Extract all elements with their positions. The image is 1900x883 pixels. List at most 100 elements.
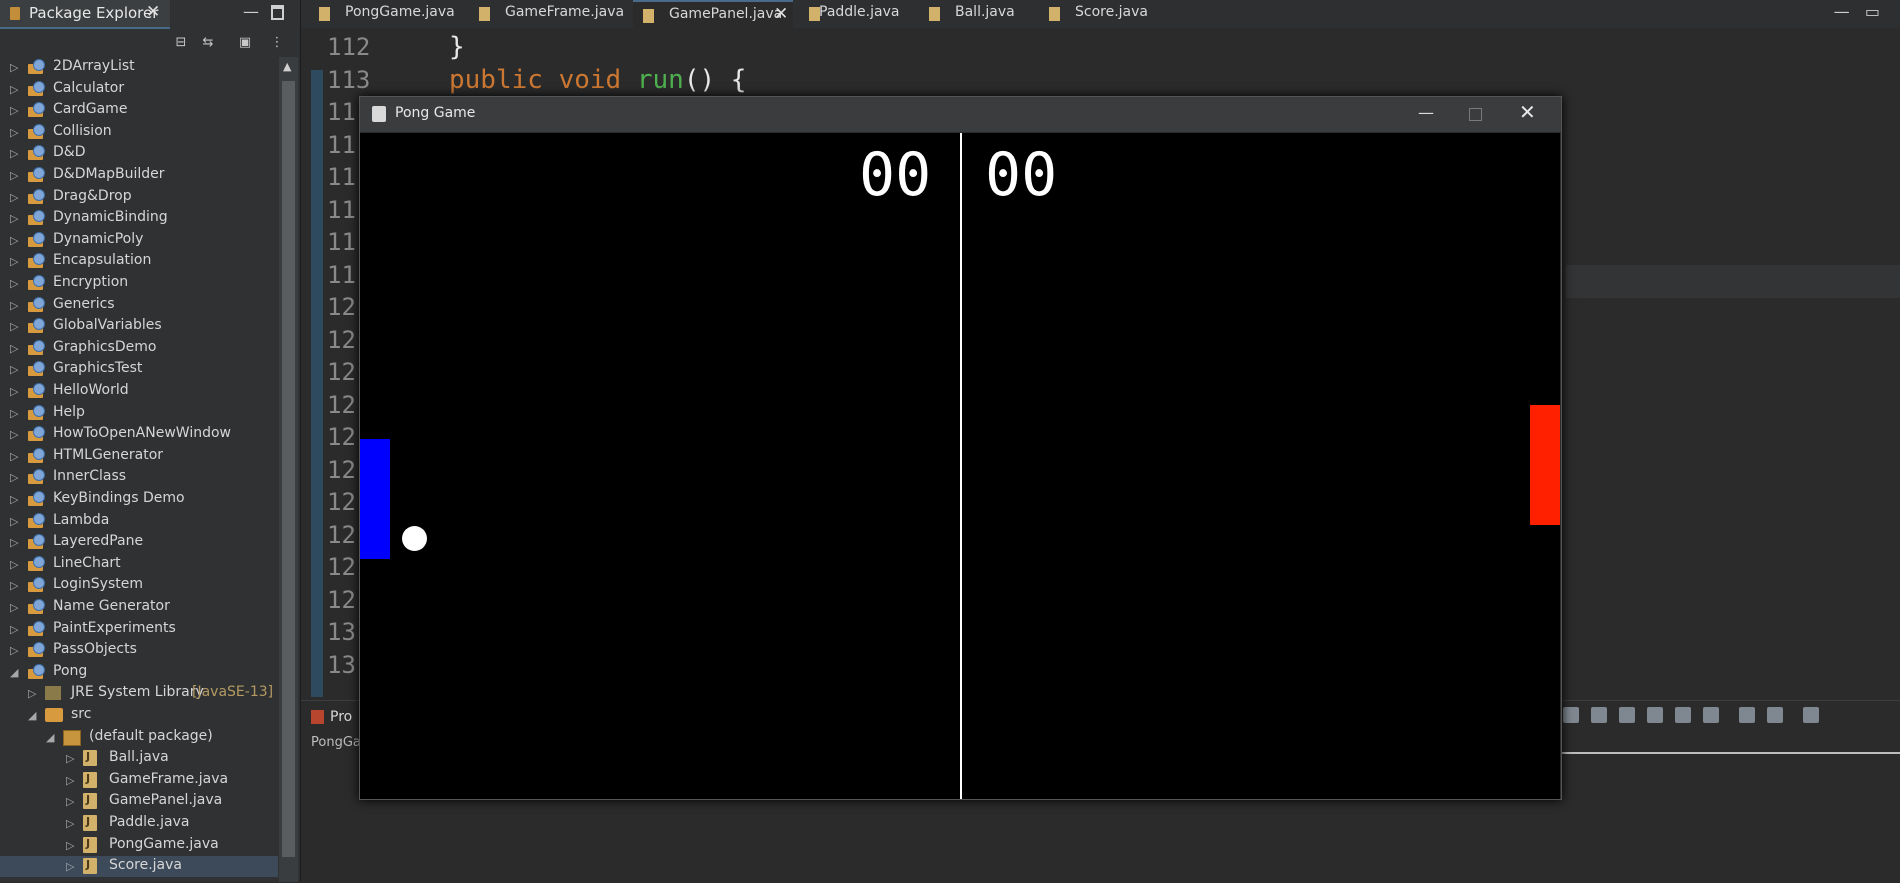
expand-arrow-icon[interactable]: ▷ xyxy=(66,860,74,873)
show-console-icon[interactable] xyxy=(1675,707,1691,723)
collapse-all-icon[interactable]: ⊟ xyxy=(173,36,189,50)
project-calculator[interactable]: ▷ Calculator xyxy=(0,79,278,100)
expand-arrow-icon[interactable]: ▷ xyxy=(10,428,18,441)
close-icon[interactable]: ✕ xyxy=(146,2,160,22)
explorer-scrollbar[interactable]: ▲ xyxy=(279,57,298,882)
expand-arrow-icon[interactable]: ▷ xyxy=(10,147,18,160)
open-console-icon[interactable] xyxy=(1767,707,1783,723)
src-folder[interactable]: ◢ src xyxy=(0,705,278,726)
expand-arrow-icon[interactable]: ▷ xyxy=(10,407,18,420)
expand-arrow-icon[interactable]: ▷ xyxy=(10,126,18,139)
tab-package-explorer[interactable]: Package Explorer ✕ xyxy=(0,0,170,29)
expand-arrow-icon[interactable]: ▷ xyxy=(10,363,18,376)
clear-console-icon[interactable] xyxy=(1591,707,1607,723)
project-graphicsdemo[interactable]: ▷ GraphicsDemo xyxy=(0,338,278,359)
jre-system-library[interactable]: ▷ JRE System Library [JavaSE-13] xyxy=(0,683,278,704)
minimize-icon[interactable]: — xyxy=(243,2,259,21)
remove-launch-icon[interactable] xyxy=(1563,707,1579,723)
expand-arrow-icon[interactable]: ▷ xyxy=(10,601,18,614)
tab-ponggame[interactable]: PongGame.java xyxy=(309,0,459,28)
expand-arrow-icon[interactable]: ▷ xyxy=(10,515,18,528)
project-dynamicbinding[interactable]: ▷ DynamicBinding xyxy=(0,208,278,229)
project-d-dmapbuilder[interactable]: ▷ D&DMapBuilder xyxy=(0,165,278,186)
expand-arrow-icon[interactable]: ▷ xyxy=(10,320,18,333)
maximize-icon[interactable] xyxy=(271,5,284,20)
tab-gameframe[interactable]: GameFrame.java xyxy=(469,0,624,28)
project-encryption[interactable]: ▷ Encryption xyxy=(0,273,278,294)
tab-ball[interactable]: Ball.java xyxy=(919,0,1019,28)
expand-arrow-icon[interactable]: ▷ xyxy=(10,471,18,484)
expand-arrow-icon[interactable]: ▷ xyxy=(10,342,18,355)
expand-arrow-icon[interactable]: ▷ xyxy=(66,817,74,830)
project-dynamicpoly[interactable]: ▷ DynamicPoly xyxy=(0,230,278,251)
expand-arrow-icon[interactable]: ▷ xyxy=(10,212,18,225)
project-globalvariables[interactable]: ▷ GlobalVariables xyxy=(0,316,278,337)
expand-arrow-icon[interactable]: ▷ xyxy=(10,277,18,290)
project-loginsystem[interactable]: ▷ LoginSystem xyxy=(0,575,278,596)
tab-paddle[interactable]: Paddle.java xyxy=(799,0,909,28)
expand-arrow-icon[interactable]: ▷ xyxy=(10,579,18,592)
expand-arrow-icon[interactable]: ▷ xyxy=(10,83,18,96)
expand-arrow-icon[interactable]: ▷ xyxy=(10,104,18,117)
expand-arrow-icon[interactable]: ▷ xyxy=(66,752,74,765)
default-package[interactable]: ◢ (default package) xyxy=(0,727,278,748)
expand-arrow-icon[interactable]: ▷ xyxy=(10,61,18,74)
project-pong[interactable]: ◢ Pong xyxy=(0,662,278,683)
scrollbar-thumb[interactable] xyxy=(282,81,295,857)
project-name-generator[interactable]: ▷ Name Generator xyxy=(0,597,278,618)
expand-arrow-icon[interactable]: ▷ xyxy=(10,255,18,268)
expand-arrow-icon[interactable]: ▷ xyxy=(10,385,18,398)
project-passobjects[interactable]: ▷ PassObjects xyxy=(0,640,278,661)
expand-arrow-icon[interactable]: ▷ xyxy=(10,299,18,312)
file-ponggame[interactable]: ▷ PongGame.java xyxy=(0,835,278,856)
collapse-arrow-icon[interactable]: ◢ xyxy=(10,666,18,679)
expand-arrow-icon[interactable]: ▷ xyxy=(10,644,18,657)
expand-arrow-icon[interactable]: ▷ xyxy=(10,623,18,636)
tab-score[interactable]: Score.java xyxy=(1039,0,1159,28)
view-menu-icon[interactable]: ⋮ xyxy=(269,36,285,50)
project-collision[interactable]: ▷ Collision xyxy=(0,122,278,143)
file-ball[interactable]: ▷ Ball.java xyxy=(0,748,278,769)
word-wrap-icon[interactable] xyxy=(1647,707,1663,723)
scroll-lock-icon[interactable] xyxy=(1619,707,1635,723)
collapse-arrow-icon[interactable]: ◢ xyxy=(28,709,36,722)
project-graphicstest[interactable]: ▷ GraphicsTest xyxy=(0,359,278,380)
link-with-editor-icon[interactable]: ⇆ xyxy=(200,36,216,50)
file-paddle[interactable]: ▷ Paddle.java xyxy=(0,813,278,834)
minimize-icon[interactable]: — xyxy=(1418,103,1434,122)
file-gamepanel[interactable]: ▷ GamePanel.java xyxy=(0,791,278,812)
project-helloworld[interactable]: ▷ HelloWorld xyxy=(0,381,278,402)
close-icon[interactable]: ✕ xyxy=(1519,100,1536,124)
expand-arrow-icon[interactable]: ▷ xyxy=(10,536,18,549)
display-console-icon[interactable] xyxy=(1739,707,1755,723)
close-tab-icon[interactable]: ✕ xyxy=(774,4,788,24)
collapse-arrow-icon[interactable]: ◢ xyxy=(46,731,54,744)
expand-arrow-icon[interactable]: ▷ xyxy=(66,795,74,808)
project-cardgame[interactable]: ▷ CardGame xyxy=(0,100,278,121)
expand-arrow-icon[interactable]: ▷ xyxy=(10,558,18,571)
project-innerclass[interactable]: ▷ InnerClass xyxy=(0,467,278,488)
pin-console-icon[interactable] xyxy=(1703,707,1719,723)
project-help[interactable]: ▷ Help xyxy=(0,403,278,424)
scroll-up-icon[interactable]: ▲ xyxy=(283,60,291,73)
expand-arrow-icon[interactable]: ▷ xyxy=(10,493,18,506)
expand-arrow-icon[interactable]: ▷ xyxy=(10,234,18,247)
project-keybindings-demo[interactable]: ▷ KeyBindings Demo xyxy=(0,489,278,510)
problems-tab[interactable]: Pro xyxy=(311,709,352,725)
project-paintexperiments[interactable]: ▷ PaintExperiments xyxy=(0,619,278,640)
expand-arrow-icon[interactable]: ▷ xyxy=(66,774,74,787)
maximize-icon[interactable] xyxy=(1469,108,1482,121)
file-gameframe[interactable]: ▷ GameFrame.java xyxy=(0,770,278,791)
project-encapsulation[interactable]: ▷ Encapsulation xyxy=(0,251,278,272)
new-console-icon[interactable] xyxy=(1803,707,1819,723)
project-htmlgenerator[interactable]: ▷ HTMLGenerator xyxy=(0,446,278,467)
filter-icon[interactable]: ▣ xyxy=(237,36,253,50)
project-howtoopenanewwindow[interactable]: ▷ HowToOpenANewWindow xyxy=(0,424,278,445)
file-score[interactable]: ▷ Score.java xyxy=(0,856,278,878)
expand-arrow-icon[interactable]: ▷ xyxy=(28,687,36,700)
project-lambda[interactable]: ▷ Lambda xyxy=(0,511,278,532)
project-linechart[interactable]: ▷ LineChart xyxy=(0,554,278,575)
expand-arrow-icon[interactable]: ▷ xyxy=(10,450,18,463)
expand-arrow-icon[interactable]: ▷ xyxy=(10,191,18,204)
project-generics[interactable]: ▷ Generics xyxy=(0,295,278,316)
